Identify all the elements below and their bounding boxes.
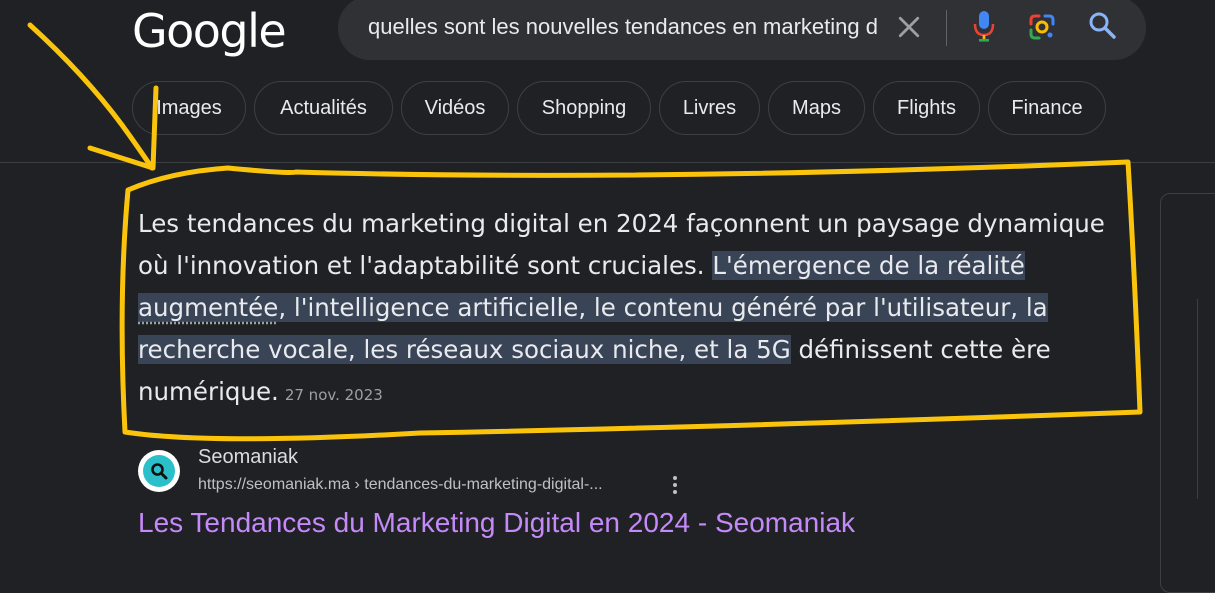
site-favicon-inner — [143, 455, 175, 487]
snippet-highlight-text-1: L'émergence de la réalité — [712, 251, 1025, 280]
knowledge-panel-inner-edge — [1197, 299, 1215, 499]
chip-maps[interactable]: Maps — [768, 81, 865, 135]
search-input[interactable] — [368, 12, 878, 42]
favicon-search-glyph — [151, 463, 168, 480]
lens-icon[interactable] — [1027, 12, 1057, 42]
search-box[interactable] — [338, 0, 1146, 60]
snippet-term-link[interactable]: augmentée — [138, 293, 278, 322]
search-divider — [946, 10, 947, 46]
clear-icon[interactable] — [894, 12, 924, 42]
chip-shopping[interactable]: Shopping — [517, 81, 651, 135]
snippet-date: 27 nov. 2023 — [284, 386, 383, 404]
search-icon[interactable] — [1087, 10, 1117, 40]
featured-snippet: Les tendances du marketing digital en 20… — [138, 203, 1118, 416]
mic-icon[interactable] — [972, 8, 996, 44]
chip-images[interactable]: Images — [132, 81, 246, 135]
site-favicon[interactable] — [138, 450, 180, 492]
chip-finance[interactable]: Finance — [988, 81, 1106, 135]
chip-actualites[interactable]: Actualités — [254, 81, 393, 135]
google-logo[interactable]: Google — [132, 4, 287, 58]
result-url[interactable]: https://seomaniak.ma › tendances-du-mark… — [198, 476, 603, 494]
more-vert-icon[interactable] — [668, 474, 682, 496]
knowledge-panel-edge — [1160, 193, 1215, 593]
result-title-link[interactable]: Les Tendances du Marketing Digital en 20… — [138, 507, 855, 539]
result-site-name[interactable]: Seomaniak — [198, 446, 298, 469]
header-divider — [0, 162, 1215, 163]
chip-flights[interactable]: Flights — [873, 81, 980, 135]
chip-livres[interactable]: Livres — [659, 81, 760, 135]
chip-videos[interactable]: Vidéos — [401, 81, 509, 135]
